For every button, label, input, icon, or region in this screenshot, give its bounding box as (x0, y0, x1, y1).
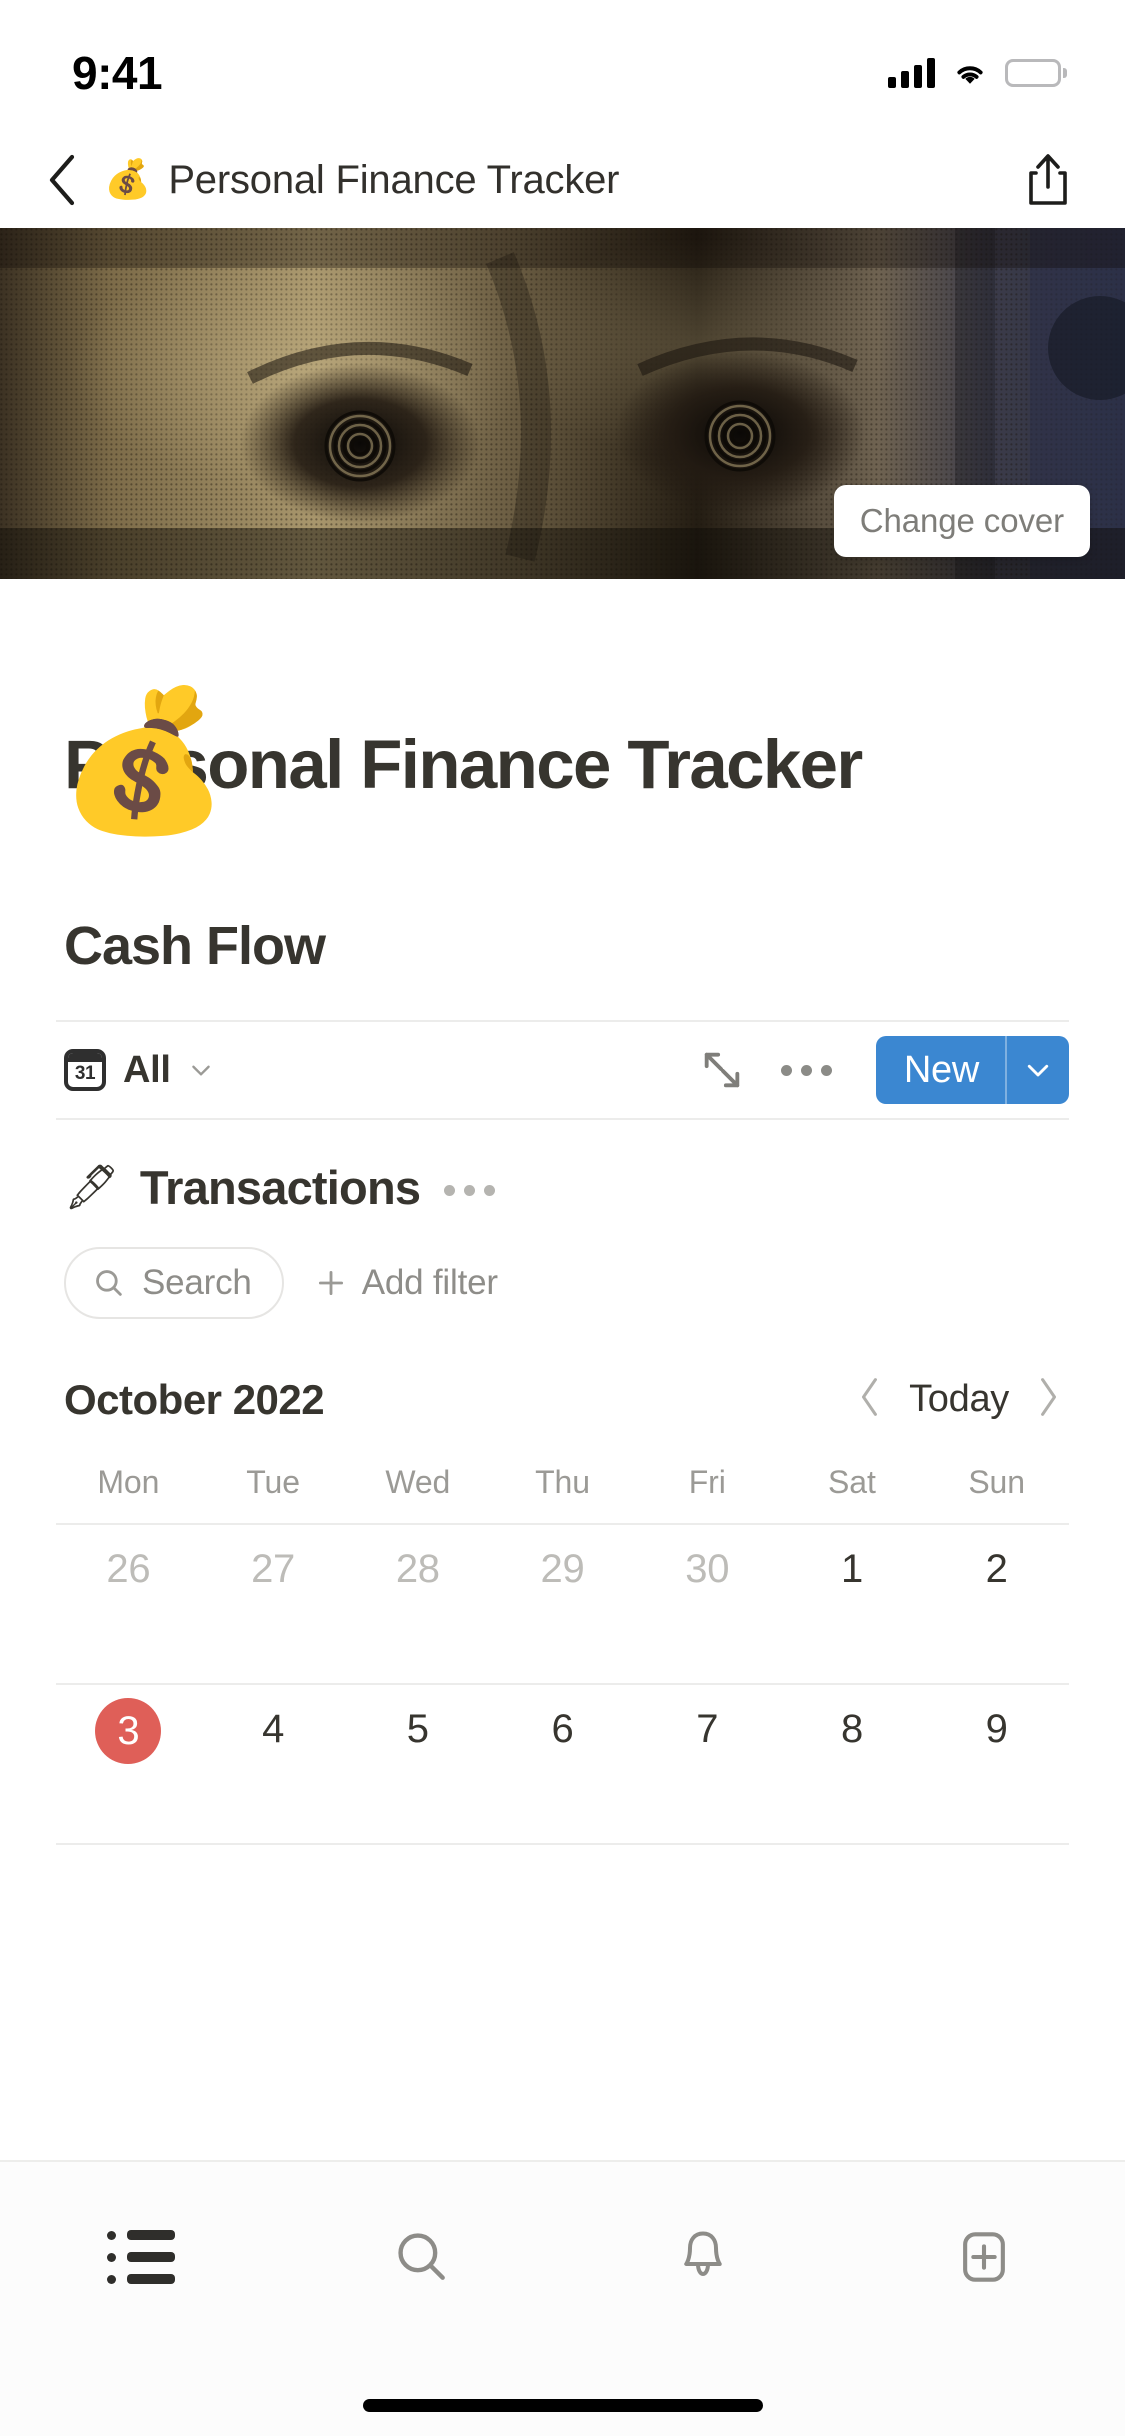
weekday-label: Mon (97, 1464, 160, 1501)
search-placeholder: Search (142, 1263, 252, 1303)
back-button[interactable] (36, 151, 88, 209)
home-indicator (362, 2399, 763, 2412)
weekday-label: Tue (246, 1464, 300, 1501)
transactions-title: Transactions (139, 1161, 421, 1215)
money-bag-icon: 💰 (104, 159, 152, 201)
weekday-label: Wed (385, 1464, 451, 1501)
calendar-day-cell[interactable]: 29 (490, 1525, 635, 1683)
calendar-day-cell[interactable]: 28 (345, 1525, 490, 1683)
new-page-icon (963, 2232, 1006, 2282)
new-button-group[interactable]: New (875, 1036, 1069, 1105)
calendar-day-cell[interactable]: 7 (635, 1685, 780, 1843)
calendar-day-cell[interactable]: 8 (780, 1685, 925, 1843)
weekday-label: Sun (968, 1464, 1025, 1501)
calendar-today-button[interactable]: Today (909, 1378, 1009, 1421)
battery-full-icon (1005, 59, 1067, 87)
cover-image[interactable]: Change cover (0, 228, 1125, 579)
tab-item-new-page[interactable] (844, 2212, 1125, 2302)
calendar-day-cell[interactable]: 27 (201, 1525, 346, 1683)
chevron-down-icon (1027, 1065, 1049, 1077)
calendar-day-cell[interactable]: 5 (345, 1685, 490, 1843)
share-button[interactable] (1019, 149, 1077, 211)
calendar-day-number: 26 (106, 1547, 151, 1592)
search-input[interactable]: Search (64, 1247, 284, 1320)
bell-icon (684, 2231, 722, 2277)
plus-icon (318, 1271, 343, 1296)
transactions-header[interactable]: 🖋 Transactions (56, 1120, 1069, 1215)
nav-title-group[interactable]: 💰 Personal Finance Tracker (104, 158, 619, 203)
share-icon (1029, 154, 1067, 205)
nav-bar: 💰 Personal Finance Tracker (0, 132, 1125, 228)
tab-bar (0, 2160, 1125, 2436)
calendar-week-row: 26 27 28 29 30 1 2 (56, 1523, 1069, 1683)
calendar-day-cell[interactable]: 26 (56, 1525, 201, 1683)
tab-item-pages[interactable] (0, 2212, 281, 2302)
calendar-view: October 2022 Today Mon Tue Wed Thu Fri S… (0, 1319, 1125, 1846)
calendar-day-number: 30 (685, 1547, 730, 1592)
ellipsis-icon[interactable] (444, 1185, 496, 1197)
calendar-day-cell[interactable]: 2 (924, 1525, 1069, 1683)
calendar-day-cell[interactable]: 30 (635, 1525, 780, 1683)
calendar-day-number: 3 (95, 1698, 162, 1765)
change-cover-button[interactable]: Change cover (833, 485, 1090, 557)
wifi-icon (951, 58, 989, 88)
list-icon (106, 2230, 175, 2284)
chevron-left-icon (862, 1378, 878, 1417)
calendar-bottom-divider (56, 1843, 1069, 1846)
new-button[interactable]: New (876, 1036, 1005, 1104)
status-bar: 9:41 (0, 0, 1125, 132)
calendar-nav: Today (857, 1375, 1061, 1424)
weekday-label: Thu (535, 1464, 590, 1501)
expand-diagonal-icon[interactable] (699, 1047, 745, 1093)
calendar-day-number: 29 (540, 1547, 585, 1592)
calendar-week-row: 3 4 5 6 7 8 9 (56, 1683, 1069, 1843)
view-name: All (123, 1048, 171, 1091)
weekday-label: Fri (688, 1464, 726, 1501)
status-time: 9:41 (72, 47, 163, 99)
calendar-day-number: 6 (551, 1707, 574, 1752)
toolbar-actions: New (699, 1036, 1069, 1105)
calendar-prev-button[interactable] (857, 1375, 883, 1424)
calendar-icon: 31 (64, 1049, 106, 1092)
chevron-right-icon (1041, 1378, 1057, 1417)
chevron-down-icon (191, 1065, 210, 1076)
calendar-day-cell[interactable]: 4 (201, 1685, 346, 1843)
tab-item-notifications[interactable] (563, 2212, 844, 2302)
search-icon (398, 2233, 445, 2280)
calendar-day-number: 8 (840, 1707, 863, 1752)
status-icons (888, 58, 1067, 88)
filter-row: Search Add filter (56, 1215, 1069, 1320)
weekday-label: Sat (828, 1464, 876, 1501)
calendar-month-label: October 2022 (64, 1375, 325, 1423)
database-toolbar: 31 All New (56, 1022, 1069, 1118)
calendar-day-cell[interactable]: 6 (490, 1685, 635, 1843)
calendar-weekday-header: Mon Tue Wed Thu Fri Sat Sun (56, 1424, 1069, 1523)
ellipsis-icon[interactable] (775, 1055, 838, 1086)
calendar-day-cell[interactable]: 9 (924, 1685, 1069, 1843)
new-button-caret[interactable] (1007, 1036, 1069, 1104)
add-filter-button[interactable]: Add filter (306, 1263, 498, 1303)
calendar-day-number: 28 (395, 1547, 440, 1592)
calendar-day-number: 9 (985, 1707, 1008, 1752)
tab-item-search[interactable] (281, 2212, 562, 2302)
calendar-day-number: 2 (985, 1547, 1008, 1592)
calendar-day-number: 1 (840, 1547, 863, 1592)
fountain-pen-icon: 🖋 (64, 1162, 120, 1212)
view-tab-all[interactable]: 31 All (56, 1049, 214, 1092)
calendar-day-number: 5 (406, 1707, 429, 1752)
calendar-day-number: 27 (251, 1547, 296, 1592)
chevron-left-icon (49, 154, 75, 206)
nav-title: Personal Finance Tracker (168, 157, 620, 202)
add-filter-label: Add filter (361, 1263, 498, 1303)
cellular-signal-icon (888, 58, 935, 88)
page-emoji[interactable]: 💰 (58, 692, 230, 830)
calendar-next-button[interactable] (1035, 1375, 1061, 1424)
calendar-day-number: 7 (696, 1707, 719, 1752)
database-block: 31 All New 🖋 Transactions Search Add fil… (0, 1020, 1125, 1320)
search-icon (96, 1270, 122, 1297)
calendar-day-cell[interactable]: 1 (780, 1525, 925, 1683)
calendar-day-cell-today[interactable]: 3 (56, 1685, 201, 1843)
calendar-header: October 2022 Today (56, 1319, 1069, 1424)
calendar-day-number: 4 (262, 1707, 285, 1752)
